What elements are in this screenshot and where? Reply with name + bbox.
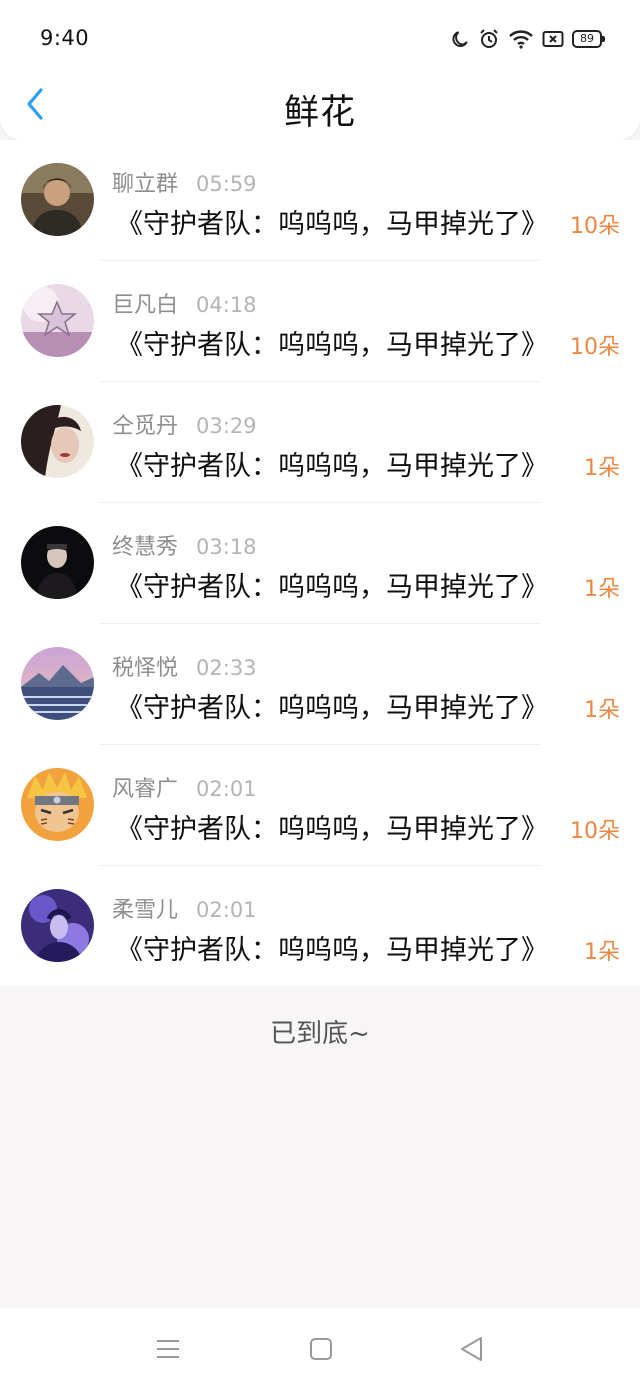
avatar[interactable] xyxy=(21,163,94,236)
item-time: 02:33 xyxy=(196,656,257,680)
avatar[interactable] xyxy=(21,647,94,720)
alarm-icon xyxy=(478,28,500,50)
menu-icon xyxy=(157,1340,179,1358)
item-time: 02:01 xyxy=(196,898,257,922)
flower-count: 1朵 xyxy=(584,698,620,723)
flower-count: 10朵 xyxy=(570,214,620,239)
work-title: 《守护者队：呜呜呜，马甲掉光了》 xyxy=(116,451,548,482)
user-name: 终慧秀 xyxy=(112,535,179,560)
avatar[interactable] xyxy=(21,526,94,599)
sim-card-icon xyxy=(542,30,564,48)
end-of-list-text: 已到底~ xyxy=(270,1019,370,1049)
item-meta: 聊立群 05:59 xyxy=(112,166,257,198)
item-meta: 终慧秀 03:18 xyxy=(112,529,257,561)
user-name: 仝觅丹 xyxy=(112,414,179,439)
work-title: 《守护者队：呜呜呜，马甲掉光了》 xyxy=(116,935,548,966)
battery-icon: 89 xyxy=(572,30,605,48)
list-item[interactable]: 税怿悦 02:33 《守护者队：呜呜呜，马甲掉光了》 1朵 xyxy=(0,624,640,745)
page-title: 鲜花 xyxy=(283,93,356,133)
list-item[interactable]: 巨凡白 04:18 《守护者队：呜呜呜，马甲掉光了》 10朵 xyxy=(0,261,640,382)
item-time: 03:29 xyxy=(196,414,257,438)
status-icons: 89 xyxy=(450,28,605,50)
item-meta: 柔雪儿 02:01 xyxy=(112,892,257,924)
user-name: 风睿广 xyxy=(112,777,179,802)
user-name: 巨凡白 xyxy=(112,293,179,318)
avatar[interactable] xyxy=(21,284,94,357)
app-screen: 9:40 89 鲜花 聊立群 05:59 《守护者队：呜呜呜，马甲掉光了》 10… xyxy=(0,0,640,1387)
avatar[interactable] xyxy=(21,405,94,478)
moon-icon xyxy=(450,29,470,49)
avatar[interactable] xyxy=(21,889,94,962)
user-name: 税怿悦 xyxy=(112,656,179,681)
work-title: 《守护者队：呜呜呜，马甲掉光了》 xyxy=(116,209,548,240)
list-item[interactable]: 柔雪儿 02:01 《守护者队：呜呜呜，马甲掉光了》 1朵 xyxy=(0,866,640,987)
menu-button[interactable] xyxy=(153,1334,183,1364)
flower-count: 1朵 xyxy=(584,456,620,481)
home-square-icon xyxy=(310,1338,332,1360)
work-title: 《守护者队：呜呜呜，马甲掉光了》 xyxy=(116,572,548,603)
list-item[interactable]: 仝觅丹 03:29 《守护者队：呜呜呜，马甲掉光了》 1朵 xyxy=(0,382,640,503)
flower-count: 10朵 xyxy=(570,335,620,360)
work-title: 《守护者队：呜呜呜，马甲掉光了》 xyxy=(116,330,548,361)
flower-count: 1朵 xyxy=(584,940,620,965)
system-nav-bar xyxy=(0,1308,640,1387)
item-meta: 税怿悦 02:33 xyxy=(112,650,257,682)
item-time: 04:18 xyxy=(196,293,257,317)
avatar[interactable] xyxy=(21,768,94,841)
list-item[interactable]: 风睿广 02:01 《守护者队：呜呜呜，马甲掉光了》 10朵 xyxy=(0,745,640,866)
list-item[interactable]: 聊立群 05:59 《守护者队：呜呜呜，马甲掉光了》 10朵 xyxy=(0,140,640,261)
list-item[interactable]: 终慧秀 03:18 《守护者队：呜呜呜，马甲掉光了》 1朵 xyxy=(0,503,640,624)
user-name: 柔雪儿 xyxy=(112,898,179,923)
user-name: 聊立群 xyxy=(112,172,179,197)
status-time: 9:40 xyxy=(40,26,90,50)
item-time: 03:18 xyxy=(196,535,257,559)
item-meta: 风睿广 02:01 xyxy=(112,771,257,803)
system-back-button[interactable] xyxy=(457,1334,487,1364)
item-time: 05:59 xyxy=(196,172,257,196)
flower-count: 1朵 xyxy=(584,577,620,602)
work-title: 《守护者队：呜呜呜，马甲掉光了》 xyxy=(116,814,548,845)
work-title: 《守护者队：呜呜呜，马甲掉光了》 xyxy=(116,693,548,724)
back-triangle-icon xyxy=(461,1337,482,1361)
header: 9:40 89 鲜花 xyxy=(0,0,640,140)
item-meta: 仝觅丹 03:29 xyxy=(112,408,257,440)
home-button[interactable] xyxy=(306,1334,336,1364)
wifi-icon xyxy=(508,29,534,49)
flower-list: 聊立群 05:59 《守护者队：呜呜呜，马甲掉光了》 10朵 巨凡白 04:18… xyxy=(0,140,640,986)
flower-count: 10朵 xyxy=(570,819,620,844)
item-meta: 巨凡白 04:18 xyxy=(112,287,257,319)
item-time: 02:01 xyxy=(196,777,257,801)
